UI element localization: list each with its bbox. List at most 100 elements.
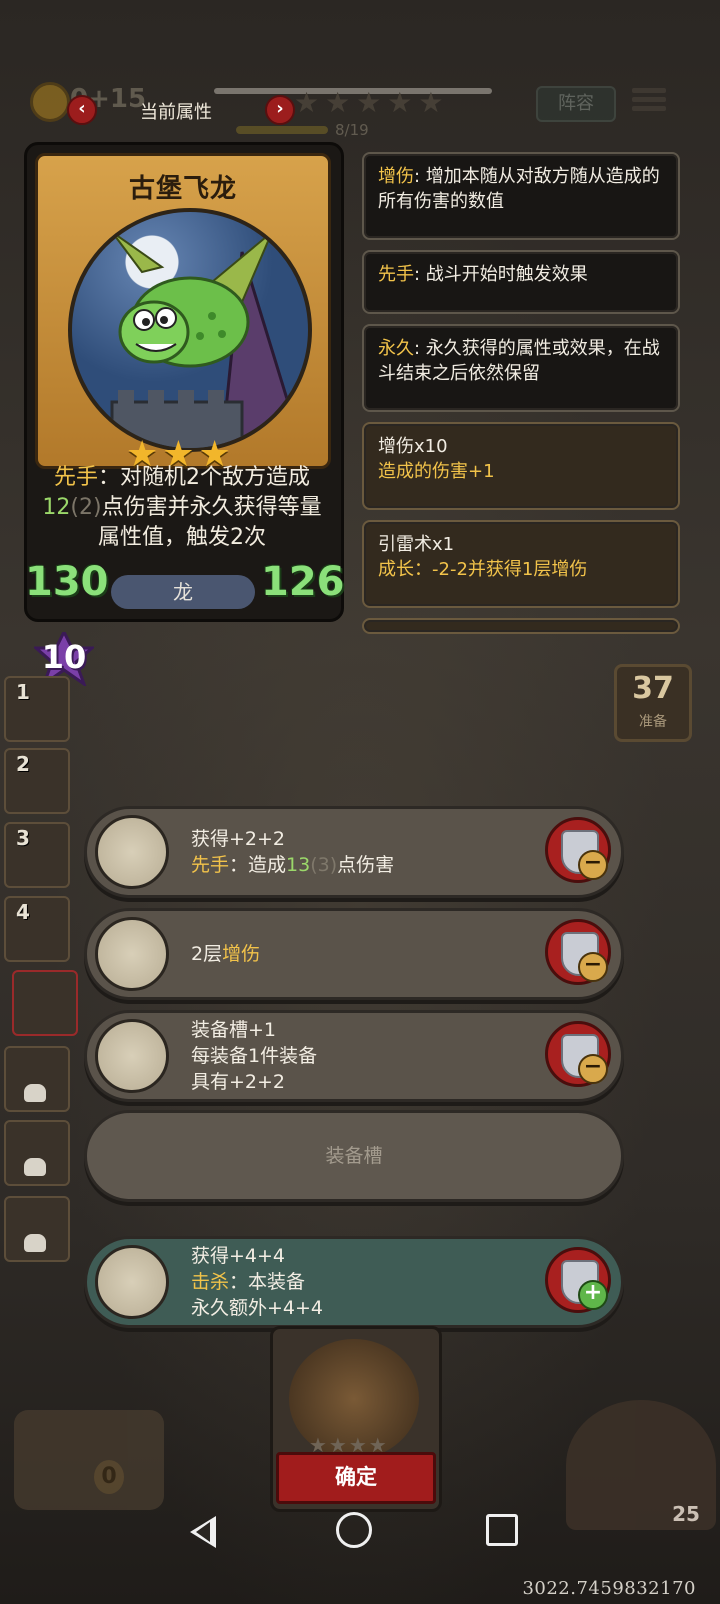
buff-desc: 造成的伤害+1 [378, 461, 495, 482]
desc-text-1: ：对随机 [97, 465, 186, 490]
team-slot-locked-3[interactable] [4, 1196, 70, 1262]
crossbow-equipment-icon [95, 815, 169, 889]
reserve-count: 37 [632, 671, 674, 706]
equipment-keyword: 增伤 [222, 943, 261, 965]
team-slot-locked-2[interactable] [4, 1120, 70, 1186]
remove-equipment-button[interactable]: − [545, 817, 611, 883]
desc-text-2: 个敌方造成 [200, 465, 311, 490]
equipment-line-3: 具有+2+2 [191, 1071, 286, 1093]
remove-equipment-button[interactable]: − [545, 919, 611, 985]
coin-icon [30, 82, 70, 122]
treasure-chest[interactable]: 0 [14, 1410, 164, 1510]
team-slot-active[interactable] [12, 970, 78, 1036]
desc-number-3: 2 [230, 525, 244, 550]
team-slot-4[interactable]: 4 [4, 896, 70, 962]
back-icon[interactable] [190, 1516, 216, 1548]
keyword-text: : 增加本随从对敌方随从造成的所有伤害的数值 [378, 166, 660, 212]
add-equipment-button[interactable]: + [545, 1247, 611, 1313]
menu-icon[interactable] [632, 84, 666, 118]
equipment-text: 获得+2+2 先手：造成13(3)点伤害 [191, 809, 394, 895]
buff-panel-partial [362, 618, 680, 634]
desc-text-4: 次 [244, 525, 267, 550]
card-name: 古堡飞龙 [128, 174, 237, 204]
remove-equipment-button[interactable]: − [545, 1021, 611, 1087]
equipment-row-2[interactable]: 2层增伤 − [84, 908, 624, 1000]
attribute-title: 当前属性 [140, 102, 212, 123]
equipment-text-post: 点伤害 [337, 854, 395, 876]
plus-icon: + [578, 1280, 608, 1310]
dragon-portrait [68, 208, 312, 452]
team-slot-2[interactable]: 2 [4, 748, 70, 814]
equipment-line-2: 先手：造成13(3)点伤害 [191, 852, 394, 878]
buff-desc: 成长：-2-2并获得1层增伤 [378, 557, 664, 582]
buff-title: 引雷术x1 [378, 534, 455, 555]
empty-slot-label: 装备槽 [325, 1145, 383, 1167]
lineup-button[interactable]: 阵容 [536, 86, 616, 122]
team-slot-3[interactable]: 3 [4, 822, 70, 888]
minus-icon: − [578, 1054, 608, 1084]
buff-panel-thunder: 引雷术x1 成长：-2-2并获得1层增伤 [362, 520, 680, 608]
system-navigation-bar [0, 1504, 720, 1564]
equipment-slot-empty[interactable]: 装备槽 [84, 1110, 624, 1202]
card-frame: 古堡飞龙 ★★★ [35, 153, 331, 475]
equipment-line-3: 永久额外+4+4 [191, 1297, 324, 1319]
equipment-keyword: 先手 [191, 854, 230, 876]
skull-icon [24, 1234, 46, 1252]
keyword-panel-permanent: 永久: 永久获得的属性或效果，在战斗结束之后依然保留 [362, 324, 680, 412]
level-number: 10 [41, 638, 87, 676]
minus-icon: − [578, 952, 608, 982]
equipment-line-2: 每装备1件装备 [191, 1045, 318, 1067]
prev-attribute-button[interactable]: ‹ [67, 95, 97, 125]
chest-count: 0 [94, 1460, 124, 1494]
fire-sword-equipment-icon [95, 1245, 169, 1319]
skull-icon [24, 1084, 46, 1102]
equipment-row-new[interactable]: 获得+4+4 击杀：本装备 永久额外+4+4 + [84, 1236, 624, 1328]
equipment-line-1: 装备槽+1 [191, 1019, 277, 1041]
equipment-text: 装备槽+1 每装备1件装备 具有+2+2 [191, 1013, 317, 1099]
reserve-label: 准备 [639, 714, 667, 730]
minion-type: 龙 [111, 575, 255, 609]
arrowheads-equipment-icon [95, 1019, 169, 1093]
equipment-line-1: 2层增伤 [191, 941, 260, 967]
equipment-text-pre: 2层 [191, 943, 223, 965]
equipment-keyword: 击杀 [191, 1271, 230, 1293]
keyword-panel-damage-boost: 增伤: 增加本随从对敌方随从造成的所有伤害的数值 [362, 152, 680, 240]
equipment-text-rest: ：本装备 [229, 1271, 306, 1293]
team-slot-1[interactable]: 1 [4, 676, 70, 742]
desc-text-3: 点伤害并永久获得等量属性值，触发 [97, 495, 322, 550]
equipment-line-2: 击杀：本装备 [191, 1269, 323, 1295]
equipment-line-1: 获得+2+2 [191, 828, 286, 850]
team-slot-locked-1[interactable] [4, 1046, 70, 1112]
confirm-button[interactable]: 确定 [276, 1452, 436, 1504]
equipment-number-base: (3) [310, 854, 338, 876]
equipment-text: 获得+4+4 击杀：本装备 永久额外+4+4 [191, 1239, 323, 1325]
reserve-counter[interactable]: 37 准备 [614, 664, 692, 742]
equipment-text-pre: ：造成 [229, 854, 287, 876]
attack-stat: 130 [25, 559, 109, 605]
keyword-name: 增伤 [378, 166, 414, 187]
skull-icon [24, 1158, 46, 1176]
desc-number-1: 2 [186, 465, 200, 490]
progress-text: 8/19 [335, 121, 369, 139]
buff-panel-damage-boost: 增伤x10 造成的伤害+1 [362, 422, 680, 510]
equipment-row-1[interactable]: 获得+2+2 先手：造成13(3)点伤害 − [84, 806, 624, 898]
minus-icon: − [578, 850, 608, 880]
recent-apps-icon[interactable] [486, 1514, 518, 1546]
slot-number: 2 [16, 752, 30, 776]
buff-desc-value: -2-2并获得1层增伤 [432, 559, 588, 580]
slot-number: 4 [16, 900, 30, 924]
equipment-row-3[interactable]: 装备槽+1 每装备1件装备 具有+2+2 − [84, 1010, 624, 1102]
health-stat: 126 [261, 559, 345, 605]
home-icon[interactable] [336, 1512, 372, 1548]
keyword-text: : 战斗开始时触发效果 [414, 264, 588, 285]
tier-stars: ★★★★★ [294, 86, 450, 119]
equipment-line-1: 获得+4+4 [191, 1245, 286, 1267]
keyword-name: 先手 [378, 264, 414, 285]
keyword-name: 永久 [378, 338, 414, 359]
buff-desc-label: 成长： [378, 559, 432, 580]
equipment-text: 2层增伤 [191, 911, 260, 997]
next-attribute-button[interactable]: › [265, 95, 295, 125]
desc-number-2: 12 [42, 495, 71, 520]
slot-number: 1 [16, 680, 30, 704]
minion-card: 古堡飞龙 ★★★ 先手：对随机2个敌方造成12(2)点伤害并永久获得等量属性值，… [24, 142, 345, 622]
